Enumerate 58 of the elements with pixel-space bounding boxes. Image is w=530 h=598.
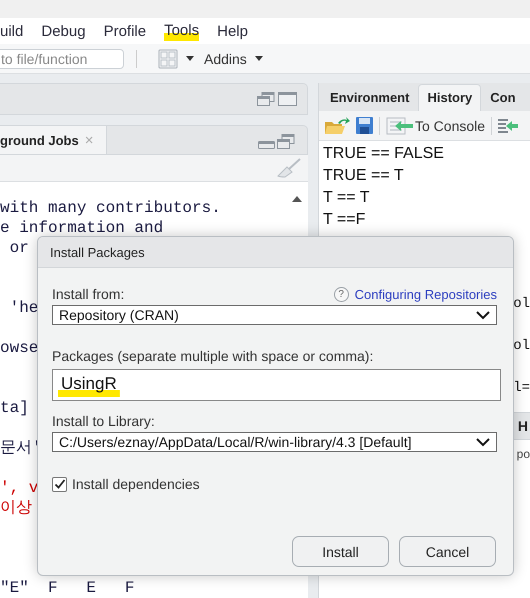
console-error-line: ', v — [0, 478, 38, 498]
pane-tab[interactable]: Con — [481, 84, 525, 111]
dialog-button[interactable]: Cancel — [399, 536, 496, 567]
maximize-pane-icon[interactable] — [278, 92, 297, 106]
console-error-line: 이상 — [0, 498, 32, 518]
caret-icon[interactable] — [186, 56, 194, 61]
caret-icon — [254, 56, 263, 61]
save-icon[interactable] — [356, 117, 373, 134]
restore-pane-icon[interactable] — [257, 92, 275, 106]
file-text: po — [516, 447, 530, 461]
menu-item[interactable]: Profile — [104, 22, 146, 40]
console-line: 문서' — [0, 438, 42, 458]
library-dropdown[interactable]: C:/Users/eznay/AppData/Local/R/win-library/4.3 [Default] — [52, 432, 497, 452]
history-entry[interactable]: T == T — [323, 187, 530, 209]
checkbox-label: Install dependencies — [72, 476, 200, 492]
broom-icon[interactable] — [277, 158, 301, 178]
console-text: l= — [513, 379, 530, 398]
console-line: owse — [0, 338, 38, 358]
chevron-down-icon — [476, 310, 490, 320]
console-line: "E" F E F — [0, 578, 134, 598]
chevron-down-icon — [476, 438, 490, 446]
console-line: 'he — [8, 298, 38, 318]
packages-input[interactable]: UsingR — [52, 369, 501, 401]
go-to-file-field[interactable]: to file/function — [0, 48, 124, 68]
packages-label: Packages (separate multiple with space or comma): — [52, 348, 374, 364]
library-label: Install to Library: — [52, 413, 156, 429]
pane-tab[interactable]: History — [418, 84, 482, 111]
dialog-button[interactable]: Install — [292, 536, 389, 567]
menu-item[interactable]: uild — [0, 22, 24, 40]
console-line: with many contributors. — [0, 198, 221, 218]
console-line: ta] — [0, 398, 29, 418]
addins-menu[interactable]: Addins — [204, 50, 263, 66]
history-entry[interactable]: TRUE == FALSE — [323, 143, 530, 165]
console-text: ol — [513, 337, 530, 356]
open-folder-icon[interactable] — [324, 116, 350, 134]
install-from-dropdown[interactable]: Repository (CRAN) — [52, 305, 497, 325]
to-source-icon[interactable] — [498, 116, 518, 134]
pane-tab[interactable]: H — [518, 418, 528, 434]
pane-tab[interactable]: Environment — [321, 84, 418, 111]
menu-item[interactable]: Debug — [41, 22, 86, 40]
configuring-repositories-link[interactable]: Configuring Repositories — [354, 287, 497, 302]
background-jobs-tab[interactable]: ground Jobs × — [0, 126, 108, 154]
dialog-title: Install Packages — [50, 244, 145, 260]
console-line: e information and — [0, 218, 164, 238]
history-entry[interactable]: T ==F — [323, 209, 530, 231]
help-icon[interactable]: ? — [334, 287, 349, 302]
history-entry[interactable]: TRUE == T — [323, 165, 530, 187]
console-line: or — [8, 238, 29, 258]
scroll-up-icon[interactable] — [292, 196, 302, 202]
install-from-label: Install from: — [52, 286, 124, 302]
console-text: ol — [513, 295, 530, 314]
restore-pane-icon[interactable] — [277, 134, 295, 149]
checkbox[interactable] — [52, 476, 67, 492]
minimize-pane-icon[interactable] — [258, 141, 275, 149]
menu-item[interactable]: Help — [217, 22, 248, 40]
to-console-icon — [386, 116, 414, 134]
pane-layout-icon[interactable] — [158, 48, 178, 68]
tab-label: ground Jobs — [0, 132, 79, 148]
